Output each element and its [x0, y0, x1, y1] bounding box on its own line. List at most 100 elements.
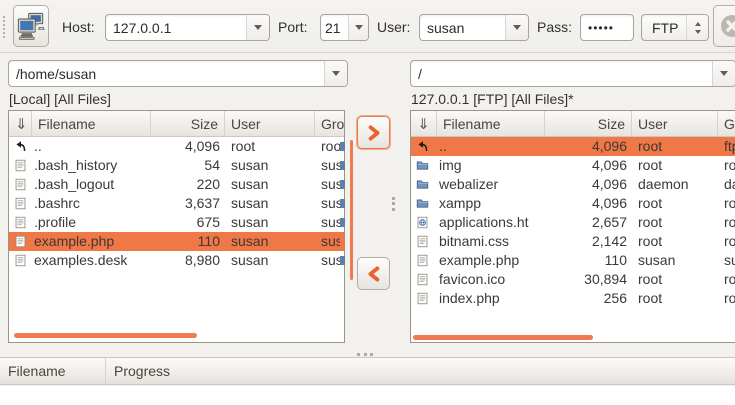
stop-x-icon [719, 13, 735, 39]
file-name: .profile [32, 213, 151, 232]
remote-path-dropdown-button[interactable] [712, 61, 735, 86]
file-name: example.php [437, 251, 545, 270]
file-size: 4,096 [545, 194, 632, 213]
file-row[interactable]: .bashrc 3,637 susan susan [9, 194, 344, 213]
file-row[interactable]: index.php 256 root root [411, 289, 735, 308]
queue-resize-handle[interactable] [357, 353, 373, 356]
local-vertical-scrollbar-thumb[interactable] [350, 140, 353, 280]
file-row-selected[interactable]: example.php 110 susan susan [9, 232, 344, 251]
file-group: root [718, 194, 735, 213]
queue-filename-column-header[interactable]: Filename [0, 358, 106, 384]
group-column-header[interactable]: Group [315, 111, 344, 136]
file-row[interactable]: bitnami.css 2,142 root root [411, 232, 735, 251]
file-row[interactable]: img 4,096 root root [411, 156, 735, 175]
file-row[interactable]: applications.ht 2,657 root root [411, 213, 735, 232]
remote-path-combo[interactable]: / [410, 60, 735, 87]
user-label: User: [377, 19, 410, 35]
user-column-header[interactable]: User [632, 111, 718, 136]
group-column-header[interactable]: Group [718, 111, 735, 136]
scroll-indicator [340, 161, 345, 170]
pass-input[interactable]: ••••• [581, 15, 633, 40]
file-user: root [632, 289, 718, 308]
port-dropdown-button[interactable] [348, 15, 368, 40]
file-user: susan [225, 213, 315, 232]
file-size: 4,096 [545, 137, 632, 156]
scroll-indicator [340, 218, 345, 227]
chevron-down-icon [720, 71, 728, 76]
user-combo[interactable]: susan [419, 14, 529, 41]
file-row-selected[interactable]: .. 4,096 root ftp [411, 137, 735, 156]
file-row[interactable]: example.php 110 susan susan [411, 251, 735, 270]
user-dropdown-button[interactable] [505, 15, 528, 40]
chevron-down-icon [332, 71, 340, 76]
file-row[interactable]: .profile 675 susan susan [9, 213, 344, 232]
remote-list-header: ⇓ Filename Size User Group [411, 111, 735, 137]
file-name: .bash_logout [32, 175, 151, 194]
file-row[interactable]: xampp 4,096 root root [411, 194, 735, 213]
file-size: 110 [151, 232, 225, 251]
file-row[interactable]: .bash_logout 220 susan susan [9, 175, 344, 194]
remote-path-input[interactable]: / [411, 61, 712, 86]
file-user: root [632, 270, 718, 289]
size-column-header[interactable]: Size [545, 111, 632, 136]
pass-label: Pass: [537, 19, 572, 35]
filename-column-header[interactable]: Filename [437, 111, 545, 136]
chevron-down-icon [513, 25, 521, 30]
file-size: 54 [151, 156, 225, 175]
port-input[interactable]: 21 [321, 15, 348, 40]
sort-column-header[interactable]: ⇓ [411, 111, 437, 136]
remote-horizontal-scrollbar-thumb[interactable] [413, 335, 593, 340]
protocol-value: FTP [642, 15, 686, 40]
port-label: Port: [278, 19, 308, 35]
file-row[interactable]: .bash_history 54 susan susan [9, 156, 344, 175]
connection-toolbar: Host: 127.0.0.1 Port: 21 User: susan Pas… [0, 0, 735, 53]
host-input[interactable]: 127.0.0.1 [106, 15, 246, 40]
local-horizontal-scrollbar-thumb[interactable] [14, 333, 197, 338]
file-size: 8,980 [151, 251, 225, 270]
local-path-input[interactable]: /home/susan [9, 61, 324, 86]
sort-arrow-icon: ⇓ [417, 115, 430, 133]
size-column-header[interactable]: Size [151, 111, 225, 136]
queue-progress-column-header[interactable]: Progress [106, 358, 735, 384]
transfer-left-button[interactable] [357, 257, 390, 290]
file-size: 675 [151, 213, 225, 232]
text-file-icon [9, 194, 32, 213]
file-user: susan [225, 156, 315, 175]
file-user: susan [225, 175, 315, 194]
stop-button[interactable] [713, 5, 735, 47]
transfer-right-button[interactable] [357, 116, 390, 149]
arrow-right-icon [365, 124, 383, 142]
user-column-header[interactable]: User [225, 111, 315, 136]
local-path-dropdown-button[interactable] [324, 61, 347, 86]
local-path-combo[interactable]: /home/susan [8, 60, 348, 87]
file-row[interactable]: webalizer 4,096 daemon daemon [411, 175, 735, 194]
file-name: index.php [437, 289, 545, 308]
file-user: root [632, 194, 718, 213]
port-combo[interactable]: 21 [320, 14, 369, 41]
host-dropdown-button[interactable] [246, 15, 269, 40]
remote-status-label: 127.0.0.1 [FTP] [All Files]* [411, 91, 574, 107]
file-row[interactable]: .. 4,096 root root [9, 137, 344, 156]
file-row[interactable]: examples.desk 8,980 susan susan [9, 251, 344, 270]
file-name: .bash_history [32, 156, 151, 175]
transfer-queue-list[interactable] [0, 386, 735, 405]
protocol-spinner[interactable]: FTP [641, 14, 709, 41]
toolbar-drag-handle[interactable] [3, 16, 5, 38]
sort-column-header[interactable]: ⇓ [9, 111, 32, 136]
folder-icon [411, 175, 437, 194]
file-row[interactable]: favicon.ico 30,894 root root [411, 270, 735, 289]
file-size: 3,637 [151, 194, 225, 213]
file-user: root [225, 137, 315, 156]
host-combo[interactable]: 127.0.0.1 [105, 14, 270, 41]
file-group: root [718, 289, 735, 308]
file-name: applications.ht [437, 213, 545, 232]
file-name: webalizer [437, 175, 545, 194]
filename-column-header[interactable]: Filename [32, 111, 151, 136]
connect-button[interactable] [13, 5, 49, 47]
user-input[interactable]: susan [420, 15, 505, 40]
panel-resize-handle[interactable] [392, 197, 395, 211]
pass-entry[interactable]: ••••• [580, 14, 634, 41]
text-file-icon [411, 232, 437, 251]
protocol-spin-buttons[interactable] [686, 15, 708, 40]
chevron-down-icon [254, 25, 262, 30]
